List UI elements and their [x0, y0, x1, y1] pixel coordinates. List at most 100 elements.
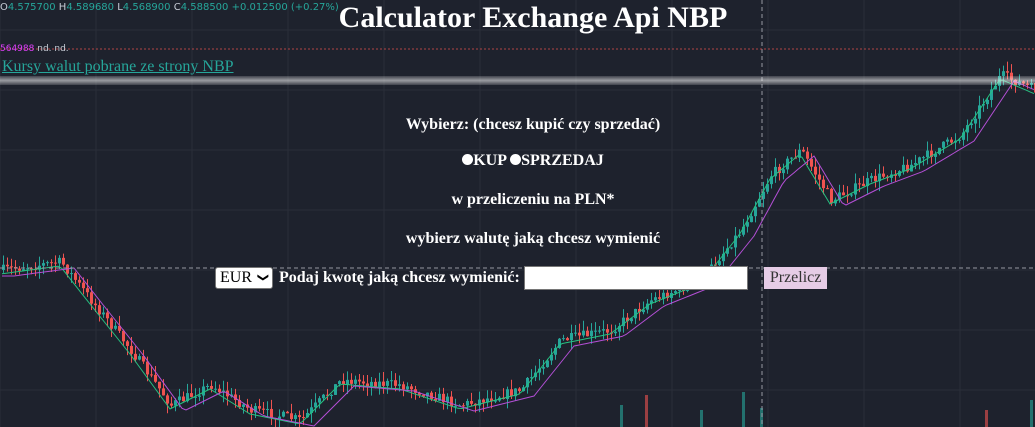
amount-input[interactable] [523, 266, 748, 290]
candle-body [286, 411, 289, 414]
conversion-note: w przeliczeniu na PLN* [451, 191, 615, 208]
volume-bar [700, 410, 703, 427]
chevron-down-icon: ❯ [256, 272, 269, 283]
candle-body [62, 257, 65, 265]
candle-body [394, 380, 397, 386]
candle-body [206, 385, 209, 387]
candle-body [566, 338, 569, 341]
candle-body [582, 330, 585, 336]
candle-body [126, 341, 129, 346]
currency-selected-value: EUR [220, 269, 252, 286]
candle-body [986, 99, 989, 105]
page-title: Calculator Exchange Api NBP [338, 1, 728, 34]
volume-bar [760, 408, 763, 427]
amount-label: Podaj kwotę jaką chcesz wymienić: [279, 269, 520, 286]
candle-body [210, 385, 213, 389]
calculate-button[interactable]: Przelicz [763, 267, 828, 289]
candle-body [290, 413, 293, 420]
candle-body [950, 139, 953, 143]
candle-body [430, 392, 433, 399]
candle-body [98, 305, 101, 315]
candle-body [570, 333, 573, 341]
candle-body [858, 183, 861, 185]
candle-body [86, 288, 89, 293]
candle-body [354, 379, 357, 384]
candle-body [166, 395, 169, 404]
candle-body [406, 386, 409, 390]
candle-body [138, 356, 141, 360]
volume-bar [620, 405, 623, 427]
conversion-form: EUR ❯ Podaj kwotę jaką chcesz wymienić: … [215, 266, 828, 290]
candle-body [18, 268, 21, 271]
candle-body [366, 383, 369, 387]
indicator-readout: 564988 nd. nd. [0, 44, 69, 54]
candle-body [162, 388, 165, 396]
candle-body [946, 139, 949, 142]
candle-body [402, 384, 405, 390]
candle-body [818, 174, 821, 180]
candle-body [602, 329, 605, 331]
candle-body [822, 179, 825, 189]
volume-bar [742, 392, 745, 427]
volume-bar [985, 410, 988, 427]
choose-label: Wybierz: (chcesz kupić czy sprzedać) [405, 116, 661, 133]
candle-body [150, 374, 153, 376]
candle-body [370, 381, 373, 387]
candle-body [318, 398, 321, 403]
candle-body [58, 257, 61, 264]
candle-body [362, 381, 365, 384]
candle-body [346, 379, 349, 385]
candle-body [826, 188, 829, 190]
nbp-source-link[interactable]: Kursy walut pobrane ze strony NBP [2, 58, 234, 76]
candle-body [410, 386, 413, 390]
candle-body [446, 396, 449, 403]
candle-body [2, 264, 5, 270]
candle-body [146, 361, 149, 375]
volume-bar [1030, 400, 1033, 427]
candle-body [594, 330, 597, 332]
candle-body [674, 291, 677, 294]
candle-body [70, 273, 73, 275]
candle-body [562, 338, 565, 340]
candle-body [1006, 71, 1009, 73]
candle-body [110, 318, 113, 329]
candle-body [338, 381, 341, 385]
candle-body [586, 330, 589, 337]
candle-body [294, 415, 297, 420]
candle-body [378, 381, 381, 388]
candle-body [574, 332, 577, 334]
buy-label: KUP [473, 152, 507, 169]
candle-body [10, 266, 13, 268]
candle-body [214, 388, 217, 390]
currency-select[interactable]: EUR ❯ [215, 267, 273, 289]
candle-body [170, 403, 173, 406]
sell-radio[interactable] [510, 154, 522, 166]
candle-body [718, 261, 721, 266]
candle-body [390, 380, 393, 382]
candle-body [482, 399, 485, 403]
candle-body [190, 393, 193, 397]
candle-body [258, 406, 261, 409]
candle-body [50, 262, 53, 264]
candle-body [178, 396, 181, 401]
candle-body [358, 379, 361, 382]
candle-body [510, 389, 513, 397]
candle-body [862, 183, 865, 187]
candle-body [78, 279, 81, 283]
candle-body [398, 384, 401, 386]
candle-body [102, 312, 105, 315]
candle-body [350, 379, 353, 384]
indicator-nd-1: nd. [37, 44, 52, 54]
candle-body [614, 331, 617, 334]
candle-body [658, 297, 661, 299]
candle-body [470, 401, 473, 404]
buy-radio[interactable] [462, 154, 474, 166]
indicator-value: 564988 [0, 44, 35, 54]
sell-label: SPRZEDAJ [521, 152, 604, 169]
buy-sell-options: KUP SPRZEDAJ [0, 152, 1035, 170]
candle-body [606, 329, 609, 333]
candle-body [90, 292, 93, 304]
candle-body [158, 381, 161, 389]
candle-body [6, 264, 9, 267]
candle-body [542, 367, 545, 369]
